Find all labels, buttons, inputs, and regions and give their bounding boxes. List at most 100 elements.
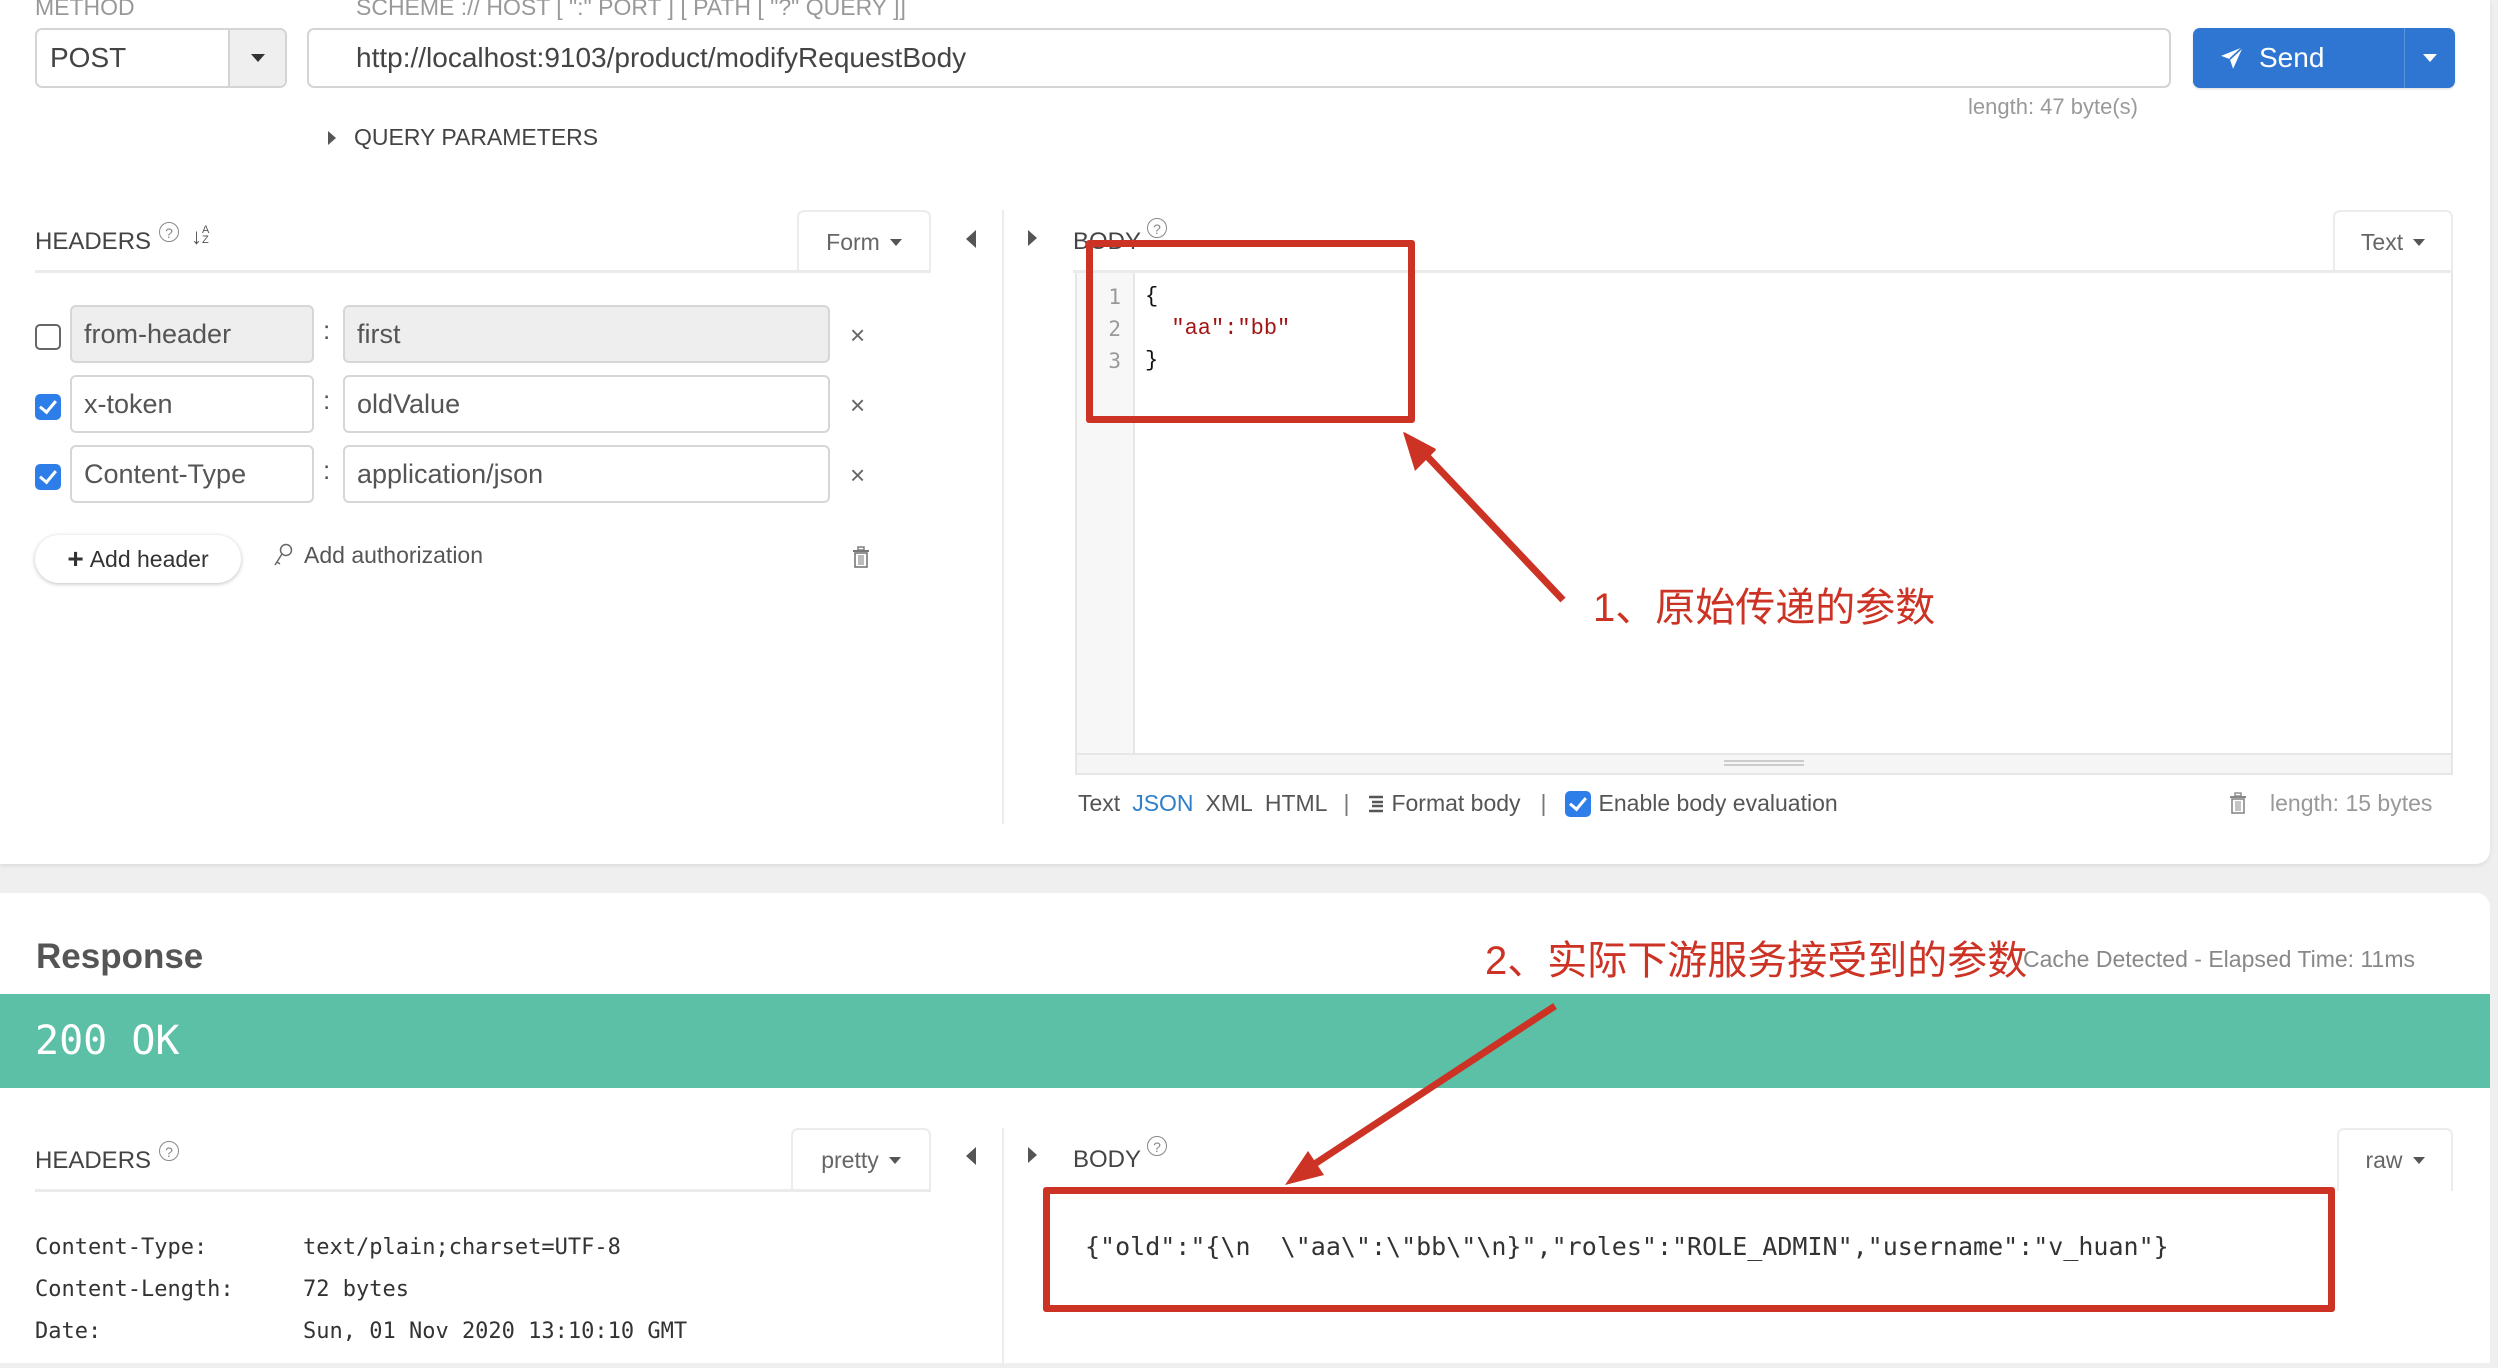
status-text: 200 OK xyxy=(35,1018,180,1064)
headers-divider xyxy=(35,270,931,273)
header-enabled-checkbox[interactable] xyxy=(35,324,61,350)
headers-mode-dropdown[interactable]: Form xyxy=(797,210,931,273)
header-key: Content-Type: xyxy=(35,1235,208,1260)
remove-header-icon[interactable]: × xyxy=(850,390,865,421)
editor-resize-handle[interactable] xyxy=(1077,753,2451,775)
headers-title: HEADERS xyxy=(35,228,152,255)
header-key-input[interactable]: from-header xyxy=(70,305,314,363)
header-separator: : xyxy=(323,455,331,485)
enable-body-evaluation-toggle[interactable]: Enable body evaluation xyxy=(1564,790,1838,817)
expand-right-icon[interactable] xyxy=(1028,230,1037,246)
header-key-input[interactable]: x-token xyxy=(70,375,314,433)
body-mode-value: raw xyxy=(2365,1147,2403,1173)
chevron-down-icon xyxy=(250,54,265,62)
annotation-box-request-body xyxy=(1086,240,1415,423)
response-header-row: Date: Sun, 01 Nov 2020 13:10:10 GMT xyxy=(35,1311,687,1353)
toolbar-separator: | xyxy=(1343,790,1350,816)
align-icon xyxy=(1369,795,1384,812)
header-value: Sun, 01 Nov 2020 13:10:10 GMT xyxy=(303,1319,688,1344)
expand-right-icon[interactable] xyxy=(1028,1147,1037,1163)
response-headers-list: Content-Type: text/plain;charset=UTF-8 Co… xyxy=(35,1227,687,1353)
body-toolbar: Text JSON XML HTML | Format body | Enabl… xyxy=(1078,790,1838,817)
body-length: length: 15 bytes xyxy=(2270,790,2433,816)
toolbar-separator: | xyxy=(1540,790,1547,816)
body-mode-value: Text xyxy=(2360,229,2404,255)
help-icon[interactable]: ? xyxy=(159,1141,180,1161)
response-headers-heading: HEADERS ? xyxy=(35,1141,180,1175)
header-key: Date: xyxy=(35,1319,102,1344)
format-html-option[interactable]: HTML xyxy=(1265,790,1328,817)
format-xml-option[interactable]: XML xyxy=(1206,790,1253,817)
query-parameters-toggle[interactable]: QUERY PARAMETERS xyxy=(328,124,598,151)
headers-mode-value: pretty xyxy=(821,1147,879,1173)
send-button[interactable]: Send xyxy=(2193,28,2404,88)
url-format-label: SCHEME :// HOST [ ":" PORT ] [ PATH [ "?… xyxy=(356,0,906,20)
format-body-label: Format body xyxy=(1391,790,1521,816)
add-header-label: Add header xyxy=(89,545,209,572)
plus-icon: + xyxy=(67,543,84,574)
header-separator: : xyxy=(323,385,331,415)
response-headers-mode-dropdown[interactable]: pretty xyxy=(791,1128,931,1191)
headers-mode-value: Form xyxy=(826,229,880,255)
add-header-button[interactable]: + Add header xyxy=(35,535,241,583)
response-body-heading: BODY ? xyxy=(1073,1136,1168,1174)
collapse-left-icon[interactable] xyxy=(966,230,976,248)
header-enabled-checkbox[interactable] xyxy=(35,464,61,490)
header-separator: : xyxy=(323,315,331,345)
sort-az-icon[interactable]: ↓A Z xyxy=(191,225,209,248)
key-icon xyxy=(274,543,293,565)
panel-splitter[interactable] xyxy=(1002,1128,1004,1368)
body-mode-dropdown[interactable]: Text xyxy=(2333,210,2453,273)
expand-icon xyxy=(328,130,336,145)
trash-icon[interactable] xyxy=(852,546,870,568)
add-authorization-label: Add authorization xyxy=(304,542,484,568)
request-headers-heading: HEADERS ? ↓A Z xyxy=(35,222,209,256)
chevron-down-icon xyxy=(2412,1157,2425,1164)
chevron-down-icon xyxy=(2413,239,2426,246)
format-text-option[interactable]: Text xyxy=(1078,790,1120,817)
paper-plane-icon xyxy=(2221,46,2244,69)
remove-header-icon[interactable]: × xyxy=(850,460,865,491)
header-enabled-checkbox[interactable] xyxy=(35,394,61,420)
enable-body-evaluation-label: Enable body evaluation xyxy=(1598,790,1838,816)
panel-splitter[interactable] xyxy=(1002,210,1004,824)
enable-body-evaluation-checkbox[interactable] xyxy=(1564,790,1591,817)
response-body-mode-dropdown[interactable]: raw xyxy=(2337,1128,2453,1191)
help-icon[interactable]: ? xyxy=(159,222,180,242)
response-headers-divider xyxy=(35,1189,931,1192)
method-value: POST xyxy=(50,42,127,73)
query-parameters-label: QUERY PARAMETERS xyxy=(354,124,599,150)
body-title: BODY xyxy=(1073,1146,1142,1173)
annotation-box-response-body xyxy=(1043,1187,2335,1312)
format-json-option[interactable]: JSON xyxy=(1132,790,1193,817)
help-icon[interactable]: ? xyxy=(1147,218,1168,238)
collapse-left-icon[interactable] xyxy=(966,1147,976,1165)
send-button-group: Send xyxy=(2193,28,2455,88)
header-value: 72 bytes xyxy=(303,1277,409,1302)
header-key: Content-Length: xyxy=(35,1277,234,1302)
header-value-input[interactable]: oldValue xyxy=(343,375,830,433)
header-value: text/plain;charset=UTF-8 xyxy=(303,1235,621,1260)
annotation-note-2: 2、实际下游服务接受到的参数 xyxy=(1485,939,2028,983)
method-select[interactable]: POST xyxy=(35,28,287,88)
url-input[interactable]: http://localhost:9103/product/modifyRequ… xyxy=(307,28,2171,88)
response-header-row: Content-Length: 72 bytes xyxy=(35,1269,687,1311)
status-bar: 200 OK xyxy=(0,994,2490,1088)
url-length: length: 47 byte(s) xyxy=(1968,94,2138,119)
header-value-input[interactable]: first xyxy=(343,305,830,363)
header-key-input[interactable]: Content-Type xyxy=(70,445,314,503)
method-label: METHOD xyxy=(35,0,135,20)
format-body-button[interactable]: Format body xyxy=(1367,790,1521,817)
header-value-input[interactable]: application/json xyxy=(343,445,830,503)
send-options-toggle[interactable] xyxy=(2404,28,2455,88)
method-dropdown-toggle[interactable] xyxy=(228,30,285,86)
trash-icon[interactable] xyxy=(2229,792,2247,814)
add-authorization-link[interactable]: Add authorization xyxy=(272,542,483,569)
annotation-note-1: 1、原始传递的参数 xyxy=(1593,586,1936,630)
help-icon[interactable]: ? xyxy=(1147,1136,1168,1156)
response-timing: Cache Detected - Elapsed Time: 11ms xyxy=(2022,946,2415,972)
chevron-down-icon xyxy=(888,1157,901,1164)
response-title: Response xyxy=(36,937,204,976)
chevron-down-icon xyxy=(2423,54,2437,62)
remove-header-icon[interactable]: × xyxy=(850,320,865,351)
